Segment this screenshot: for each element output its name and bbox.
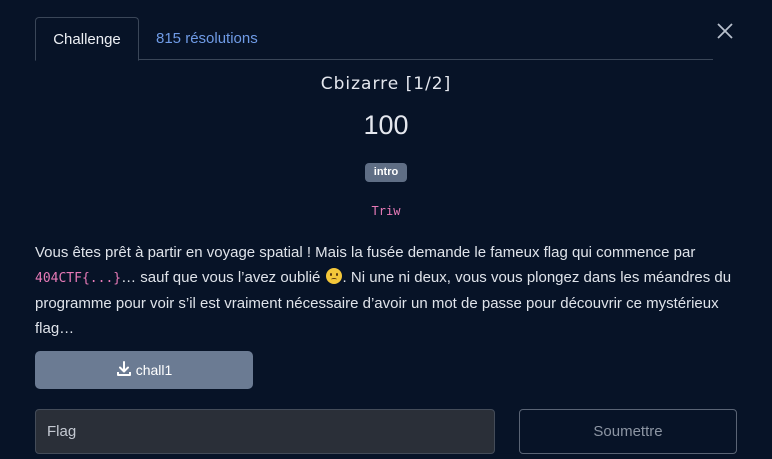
category-badge: intro bbox=[365, 163, 407, 182]
download-label: chall1 bbox=[135, 362, 173, 378]
download-icon bbox=[116, 360, 132, 380]
download-chall1-button[interactable]: chall1 bbox=[35, 351, 253, 389]
challenge-author: Triw bbox=[371, 204, 401, 218]
challenge-modal: Challenge 815 résolutions Cbizarre [1/2]… bbox=[0, 0, 772, 459]
challenge-points: 100 bbox=[363, 110, 409, 140]
worried-face-icon bbox=[325, 268, 342, 284]
flag-format-code: 404CTF{...} bbox=[35, 271, 122, 286]
close-icon[interactable] bbox=[714, 20, 736, 42]
challenge-title: Cbizarre [1/2] bbox=[320, 74, 452, 94]
tab-bar: Challenge 815 résolutions bbox=[35, 17, 713, 61]
submit-button[interactable]: Soumettre bbox=[519, 409, 737, 454]
challenge-description: Vous êtes prêt à partir en voyage spatia… bbox=[35, 240, 735, 341]
description-text-1: Vous êtes prêt à partir en voyage spatia… bbox=[35, 244, 696, 261]
flag-input[interactable] bbox=[35, 409, 495, 454]
description-text-2: … sauf que vous l’avez oublié bbox=[121, 269, 325, 286]
tab-resolutions[interactable]: 815 résolutions bbox=[140, 17, 274, 60]
tab-challenge[interactable]: Challenge bbox=[35, 17, 139, 61]
